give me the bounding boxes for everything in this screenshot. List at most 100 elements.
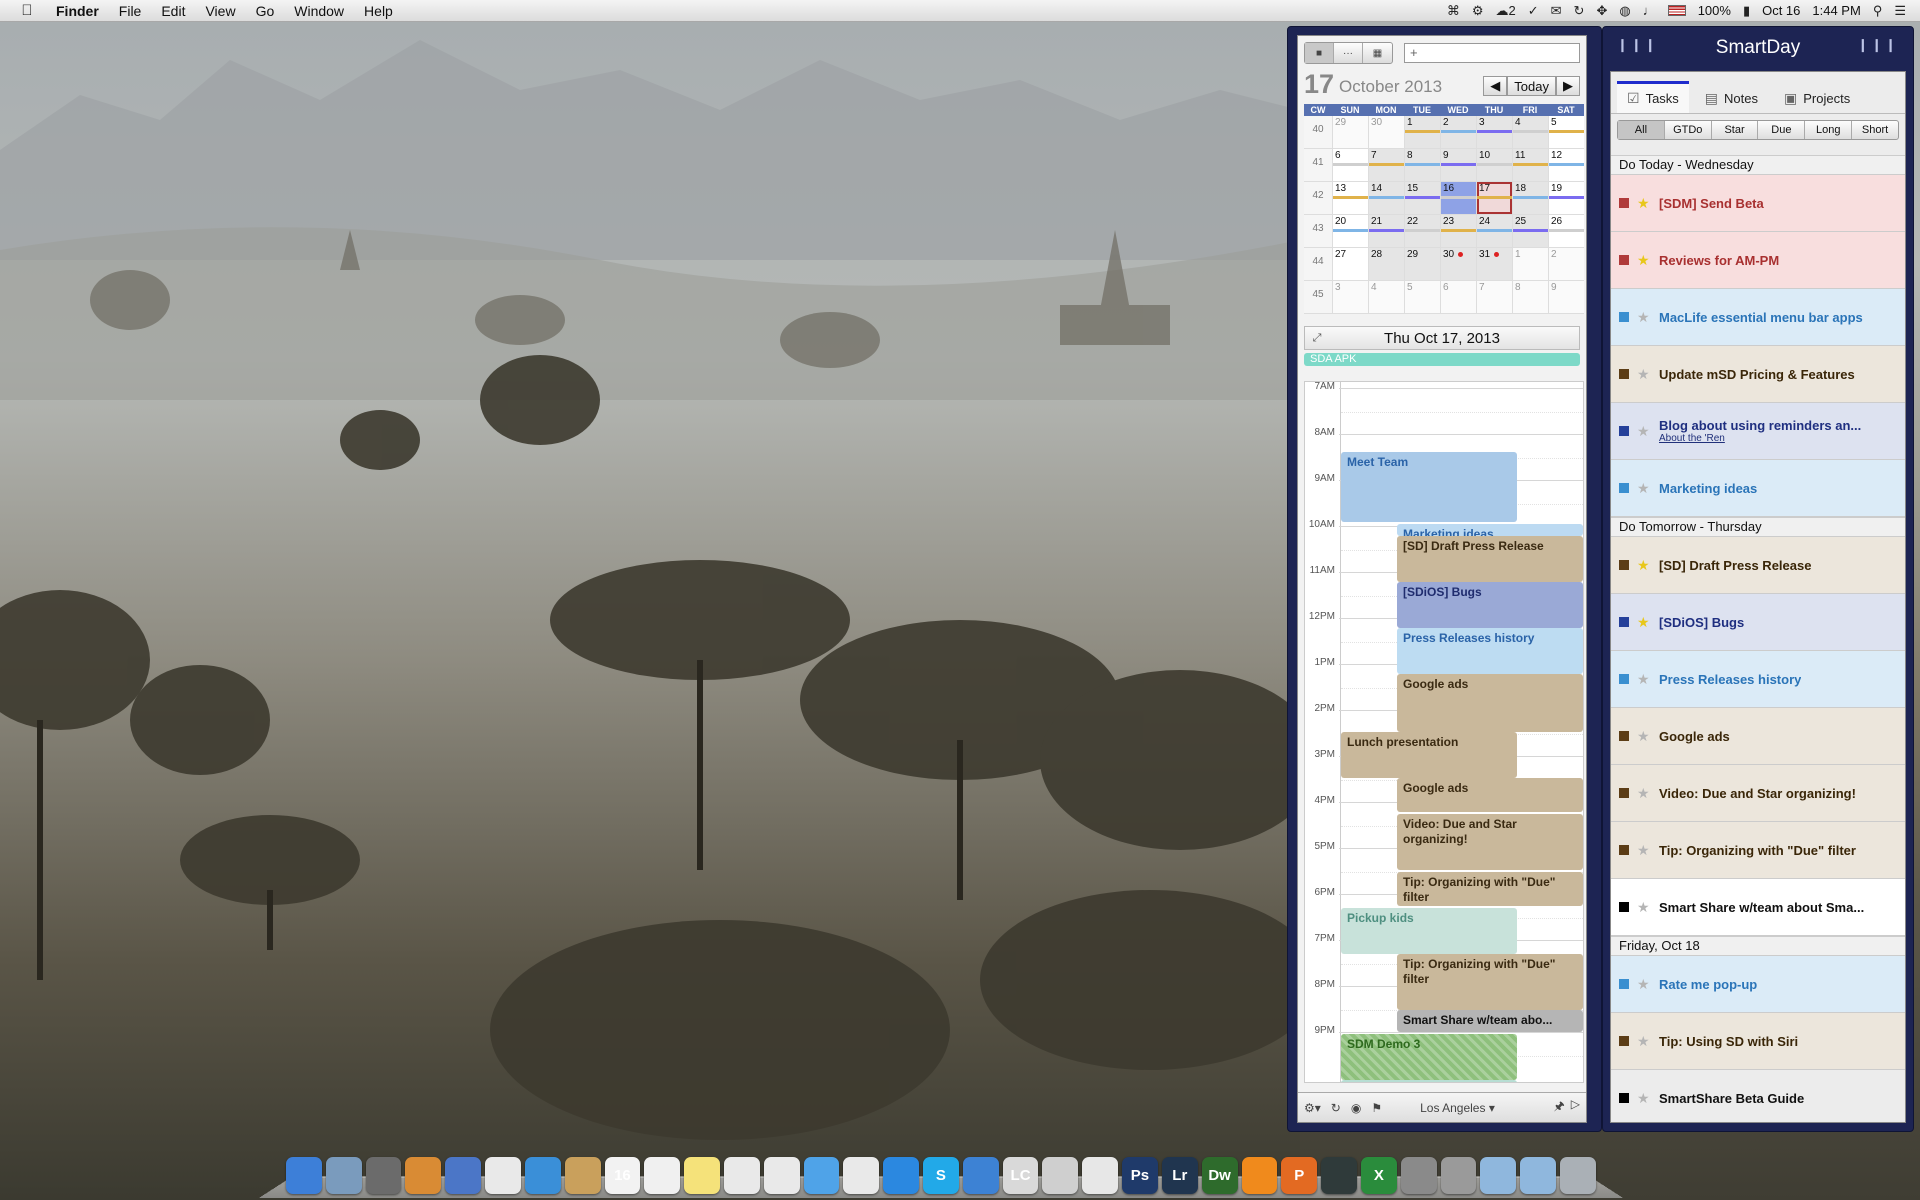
tab-tasks[interactable]: ☑ Tasks [1617,81,1689,113]
star-icon[interactable]: ★ [1637,728,1651,745]
gear-status-icon[interactable]: ⚙ [1472,3,1484,19]
calendar-day[interactable]: 15 [1404,182,1440,214]
task-row[interactable]: ★ Rate me pop-up [1611,956,1905,1013]
xcode-icon[interactable] [962,1157,999,1194]
week-view-button[interactable]: ··· [1334,43,1363,63]
calendar-day[interactable]: 6 [1332,149,1368,181]
wifi-icon[interactable]: ◍ [1619,3,1630,19]
task-row[interactable]: ★ Smart Share w/team about Sma... [1611,879,1905,936]
calendar-event[interactable]: [SDM] Progress Demo [1341,1080,1517,1082]
notification-center-icon[interactable]: ☰ [1894,3,1906,19]
task-row[interactable]: ★ Google ads [1611,708,1905,765]
calendar-day[interactable]: 10 [1476,149,1512,181]
battery-icon[interactable]: ▮ [1743,3,1750,19]
calendar-day[interactable]: 7 [1476,281,1512,313]
task-list[interactable]: Do Today - Wednesday ★ [SDM] Send Beta ★ Rev… [1611,155,1905,1122]
calendar-day[interactable]: 3 [1332,281,1368,313]
calendar-day[interactable]: 25 [1512,215,1548,247]
task-row[interactable]: ★ Update mSD Pricing & Features [1611,346,1905,403]
today-button[interactable]: Today [1507,76,1556,96]
star-icon[interactable]: ★ [1637,976,1651,993]
drive-icon[interactable] [1440,1157,1477,1194]
photoshop-icon[interactable]: Ps [1122,1157,1158,1194]
launchpad-icon[interactable] [365,1157,402,1194]
filter-star[interactable]: Star [1712,121,1759,139]
filter-due[interactable]: Due [1758,121,1806,139]
calendar-day[interactable]: 30 [1368,116,1404,148]
expand-icon[interactable]: ⤢ [1305,332,1329,345]
calendar-day[interactable]: 11 [1512,149,1548,181]
calendar-day[interactable]: 5 [1404,281,1440,313]
safari-icon[interactable] [524,1157,561,1194]
flag-icon[interactable] [1667,5,1686,16]
allday-event[interactable]: SDA APK [1304,353,1580,366]
settings-gear-icon[interactable]: ⚙▾ [1304,1101,1321,1115]
calendar-day[interactable]: 23 [1440,215,1476,247]
calendar-event[interactable]: Tip: Organizing with "Due" filter [1397,872,1583,906]
calendar-day[interactable]: 20 [1332,215,1368,247]
lc-icon[interactable]: LC [1002,1157,1039,1194]
calendar-event[interactable]: Meet Team [1341,452,1517,522]
day-timeline[interactable]: 6AM7AM 8AM 9AM 10AM 11AM 12PM 1PM 2PM 3PM 4PM 5PM 6… [1304,381,1584,1083]
timemachine-icon[interactable]: ↻ [1574,3,1585,19]
calendar-event[interactable]: Google ads [1397,674,1583,732]
calendar-day[interactable]: 12 [1548,149,1584,181]
star-icon[interactable]: ★ [1637,423,1651,440]
month-view-button[interactable]: ▦ [1363,43,1392,63]
task-row[interactable]: ★ Tip: Using SD with Siri [1611,1013,1905,1070]
check-status-icon[interactable]: ✓ [1528,3,1539,19]
task-row[interactable]: ★ Tip: Organizing with "Due" filter [1611,822,1905,879]
notes-icon[interactable] [684,1157,720,1194]
app-store-icon[interactable] [883,1157,919,1194]
star-icon[interactable]: ★ [1637,785,1651,802]
star-icon[interactable]: ★ [1637,671,1651,688]
task-row[interactable]: ★ Blog about using reminders an... About t… [1611,403,1905,460]
calendar-event[interactable]: [SDiOS] Bugs [1397,582,1583,628]
menu-help[interactable]: Help [354,3,403,19]
stamp-icon[interactable] [405,1157,442,1194]
task-row[interactable]: ★ Video: Due and Star organizing! [1611,765,1905,822]
next-month-button[interactable]: ▶ [1556,76,1580,96]
calendar-event[interactable]: Pickup kids [1341,908,1517,954]
eye-icon[interactable]: ◉ [1351,1101,1361,1115]
apple-menu-icon[interactable]:  [16,2,38,19]
collapse-icon[interactable]: ▷ [1571,1097,1580,1118]
folder-icon[interactable] [1520,1157,1556,1194]
task-note-link[interactable]: About the 'Ren [1659,433,1861,444]
spotlight-search-icon[interactable]: ⚲ [1873,3,1883,19]
calendar-icon[interactable]: 16 [604,1157,641,1194]
calendar-day[interactable]: 9 [1440,149,1476,181]
calendar-day[interactable]: 18 [1512,182,1548,214]
calendar-day[interactable]: 1 [1512,248,1548,280]
chat-status-icon[interactable]: ✉ [1551,3,1562,19]
trash-icon[interactable] [1560,1157,1596,1194]
finder-icon[interactable] [286,1157,322,1194]
tools-icon[interactable] [1042,1157,1079,1194]
day-view-button[interactable]: ■ [1305,43,1334,63]
task-row[interactable]: ★ [SD] Draft Press Release [1611,537,1905,594]
chrome-icon[interactable] [485,1157,521,1194]
calendar-day[interactable]: 19 [1548,182,1584,214]
calendar-day[interactable]: 4 [1512,116,1548,148]
menu-edit[interactable]: Edit [151,3,195,19]
reminders-icon[interactable] [644,1157,681,1194]
calendar-event[interactable]: Press Releases history [1397,628,1583,674]
x-icon[interactable]: X [1360,1157,1397,1194]
calendar-event[interactable]: Lunch presentation [1341,732,1517,778]
task-row[interactable]: ★ SmartShare Beta Guide [1611,1070,1905,1122]
task-row[interactable]: ★ Press Releases history [1611,651,1905,708]
tab-projects[interactable]: ▣ Projects [1774,84,1860,113]
task-row[interactable]: ★ [SDiOS] Bugs [1611,594,1905,651]
quick-add-field[interactable]: + [1404,43,1580,63]
calendar-day[interactable]: 29 [1332,116,1368,148]
vlc-icon[interactable] [1241,1157,1278,1194]
star-icon[interactable]: ★ [1637,557,1651,574]
calendar-day[interactable]: 26 [1548,215,1584,247]
star-icon[interactable]: ★ [1637,842,1651,859]
clock-icon[interactable] [843,1157,880,1194]
clock-date[interactable]: Oct 16 [1762,3,1800,18]
calendar-event[interactable]: Google ads [1397,778,1583,812]
calendar-day[interactable]: 3 [1476,116,1512,148]
calendar-day[interactable]: 29 [1404,248,1440,280]
mail-icon[interactable] [445,1157,482,1194]
